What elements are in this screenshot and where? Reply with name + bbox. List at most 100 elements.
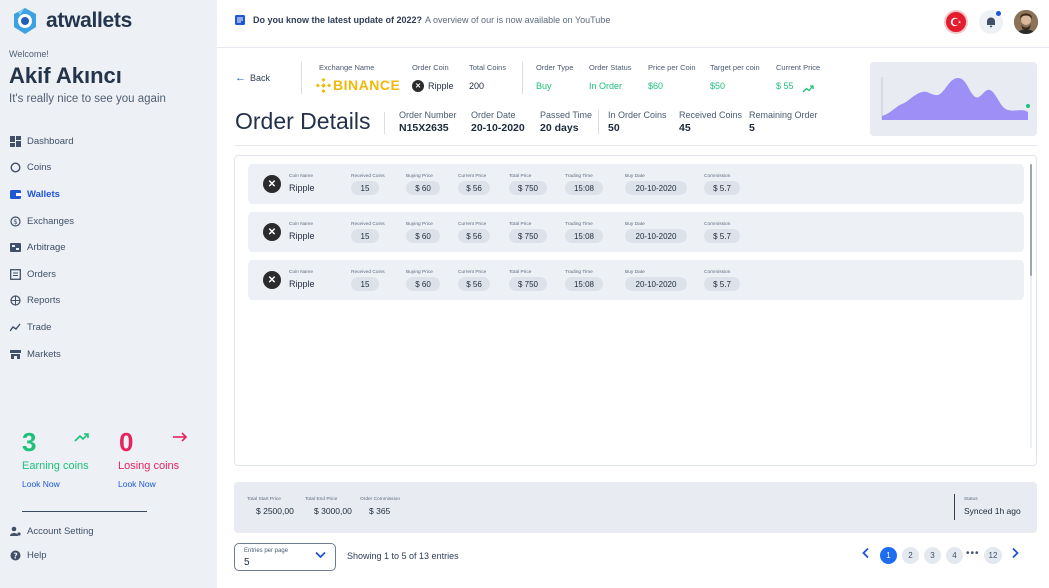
order-date-label: Order Date — [471, 110, 516, 120]
coin-name-header: Coin Name — [289, 174, 313, 179]
total-coins-value: 200 — [469, 81, 485, 91]
announcement-text: A overview of our is now available on Yo… — [425, 15, 611, 25]
table-row[interactable]: ✕ Coin Name Ripple Received Coins 15 Buy… — [248, 260, 1024, 300]
sidebar-item-label: Exchanges — [27, 215, 75, 227]
sidebar-item-label: Trade — [27, 321, 52, 333]
top-bar: Do you know the latest update of 2022? A… — [217, 0, 1049, 48]
trading-time-header: Trading Time — [565, 270, 593, 275]
turkey-flag-icon[interactable] — [944, 10, 968, 34]
sidebar-item-orders[interactable]: Orders — [10, 261, 210, 288]
sidebar-item-wallets[interactable]: Wallets — [10, 181, 210, 208]
total-start-price-label: Total Start Price — [247, 497, 281, 502]
arrow-left-icon: ← — [235, 72, 246, 84]
status-divider — [954, 494, 955, 520]
received-coins-header: Received Coins — [351, 174, 385, 179]
in-order-coins-value: 50 — [608, 122, 620, 134]
chevron-left-icon[interactable] — [862, 547, 870, 562]
ripple-icon: ✕ — [263, 175, 281, 193]
losing-look-now-link[interactable]: Look Now — [118, 479, 156, 489]
sidebar-item-arbitrage[interactable]: Arbitrage — [10, 234, 210, 261]
trending-up-icon — [74, 430, 90, 446]
commission-header: Commission — [704, 222, 731, 227]
total-price-header: Total Price — [509, 270, 532, 275]
back-button[interactable]: ← Back — [235, 72, 270, 84]
trading-time-header: Trading Time — [565, 222, 593, 227]
page-1-button[interactable]: 1 — [880, 547, 897, 564]
dashboard-icon — [10, 135, 21, 147]
page-2-button[interactable]: 2 — [902, 547, 919, 564]
notification-dot — [996, 11, 1001, 16]
total-price-cell: $ 750 — [509, 181, 547, 195]
help-label: Help — [27, 550, 47, 561]
wallet-icon — [10, 189, 21, 200]
sidebar-item-coins[interactable]: Coins — [10, 155, 210, 182]
entries-per-page-label: Entries per page — [244, 548, 289, 554]
reports-icon — [10, 295, 21, 306]
avatar[interactable] — [1014, 10, 1038, 34]
account-setting-link[interactable]: Account Setting — [10, 526, 200, 537]
earning-look-now-link[interactable]: Look Now — [22, 479, 60, 489]
sparkline-area — [881, 77, 1030, 120]
coin-name-cell: Ripple — [289, 231, 315, 241]
earning-count: 3 — [22, 427, 37, 457]
summary-divider — [598, 110, 599, 134]
order-commission-value: $ 365 — [369, 506, 391, 516]
page-title: Order Details — [235, 108, 371, 134]
order-number-value: N15X2635 — [399, 122, 449, 134]
header-divider — [522, 62, 523, 94]
current-price-header: Current Price — [458, 222, 487, 227]
current-price-header: Current Price — [458, 270, 487, 275]
brand-logo[interactable]: atwallets — [10, 6, 132, 36]
markets-icon — [10, 349, 21, 360]
buy-date-cell: 20-10-2020 — [625, 277, 687, 291]
order-coin: ✕ Ripple — [412, 80, 454, 92]
table-row[interactable]: ✕ Coin Name Ripple Received Coins 15 Buy… — [248, 164, 1024, 204]
order-commission-label: Order Commission — [360, 497, 400, 502]
passed-time-label: Passed Time — [540, 110, 593, 120]
losing-count: 0 — [119, 427, 134, 457]
sidebar-item-reports[interactable]: Reports — [10, 288, 210, 315]
announcement-banner[interactable]: Do you know the latest update of 2022? A… — [235, 15, 610, 25]
sidebar-item-label: Reports — [27, 295, 61, 307]
page-3-button[interactable]: 3 — [924, 547, 941, 564]
logo-icon — [14, 8, 36, 34]
user-name: Akif Akıncı — [9, 63, 122, 88]
trading-time-cell: 15:08 — [565, 277, 603, 291]
arbitrage-icon — [10, 242, 21, 253]
target-per-coin-value: $50 — [710, 81, 726, 91]
table-row[interactable]: ✕ Coin Name Ripple Received Coins 15 Buy… — [248, 212, 1024, 252]
total-coins-label: Total Coins — [469, 63, 507, 72]
sidebar-item-trade[interactable]: Trade — [10, 314, 210, 341]
order-type-value: Buy — [536, 81, 552, 91]
help-link[interactable]: ? Help — [10, 550, 200, 561]
ripple-icon: ✕ — [263, 271, 281, 289]
entries-per-page-select[interactable]: Entries per page 5 — [234, 543, 336, 571]
sidebar-item-label: Arbitrage — [27, 242, 66, 254]
buy-date-cell: 20-10-2020 — [625, 229, 687, 243]
coins-icon — [10, 162, 21, 173]
binance-logo: BINANCE — [316, 77, 400, 93]
ripple-icon: ✕ — [263, 223, 281, 241]
buy-date-header: Buy Date — [625, 270, 645, 275]
passed-time-value: 20 days — [540, 122, 579, 134]
current-price-value: $ 55 — [776, 81, 794, 91]
sidebar-item-markets[interactable]: Markets — [10, 341, 210, 368]
remaining-order-label: Remaining Order — [749, 110, 818, 120]
sidebar-item-label: Markets — [27, 348, 61, 360]
order-status-value: In Order — [589, 81, 623, 91]
chevron-right-icon[interactable] — [1011, 547, 1019, 562]
status-value: Synced 1h ago — [964, 506, 1021, 516]
notification-bell-icon[interactable] — [979, 10, 1003, 34]
exchange-icon: $ — [10, 215, 21, 227]
page-4-button[interactable]: 4 — [946, 547, 963, 564]
total-start-price-value: $ 2500,00 — [256, 506, 294, 516]
page-last-button[interactable]: 12 — [984, 547, 1002, 564]
sidebar-item-exchanges[interactable]: $ Exchanges — [10, 208, 210, 235]
received-coins-cell: 15 — [351, 181, 379, 195]
sidebar-item-dashboard[interactable]: Dashboard — [10, 128, 210, 155]
received-coins-cell: 15 — [351, 229, 379, 243]
scrollbar-thumb[interactable] — [1030, 164, 1032, 276]
coin-name-cell: Ripple — [289, 183, 315, 193]
order-coin-value: Ripple — [428, 81, 454, 91]
orders-icon — [10, 268, 21, 280]
